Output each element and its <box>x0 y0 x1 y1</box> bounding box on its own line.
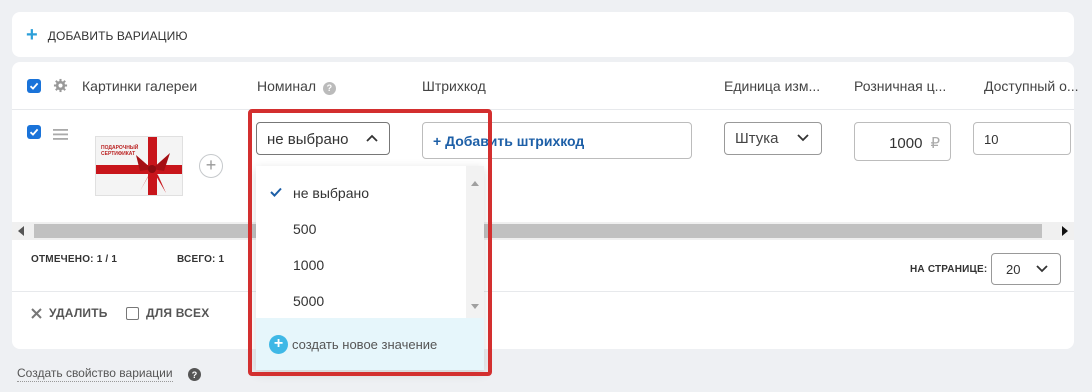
drag-handle-icon[interactable] <box>53 127 68 143</box>
chevron-down-icon <box>797 134 809 142</box>
header-available: Доступный о... <box>984 78 1079 94</box>
per-page-value: 20 <box>1006 262 1021 277</box>
horizontal-scrollbar[interactable] <box>12 222 1074 240</box>
currency-symbol: ₽ <box>930 135 940 152</box>
header-unit: Единица изм... <box>724 78 821 94</box>
row-checkbox[interactable] <box>27 125 41 139</box>
unit-select-value: Штука <box>735 130 779 147</box>
scroll-down-arrow-icon[interactable] <box>471 304 479 309</box>
check-icon <box>29 82 39 90</box>
for-all-checkbox[interactable]: ДЛЯ ВСЕХ <box>126 306 209 320</box>
scroll-left-arrow-icon[interactable] <box>18 226 24 236</box>
nominal-select-value: не выбрано <box>267 131 349 148</box>
plus-circle-icon: + <box>269 334 288 354</box>
create-property-label: Создать свойство вариации <box>17 366 173 380</box>
scroll-right-arrow-icon[interactable] <box>1062 226 1068 236</box>
check-icon <box>29 128 39 136</box>
header-barcode: Штрихкод <box>422 78 486 94</box>
dropdown-option[interactable]: не выбрано <box>256 175 466 211</box>
header-gallery: Картинки галереи <box>82 78 198 94</box>
dropdown-scrollbar[interactable] <box>466 166 484 318</box>
divider <box>12 291 1074 292</box>
create-new-value-button[interactable]: + создать новое значение <box>256 318 484 370</box>
per-page-label: НА СТРАНИЦЕ: <box>910 264 988 275</box>
delete-label: УДАЛИТЬ <box>49 306 108 320</box>
available-quantity-input[interactable]: 10 <box>973 122 1071 155</box>
dropdown-options: не выбрано 500 1000 5000 <box>256 166 466 318</box>
gallery-thumbnail[interactable]: ПОДАРОЧНЫЙ СЕРТИФИКАТ <box>95 136 183 196</box>
close-icon <box>31 307 42 319</box>
table-header: Картинки галереи Номинал ? Штрихкод Един… <box>12 62 1079 110</box>
header-nominal: Номинал ? <box>257 78 336 95</box>
settings-gear-icon[interactable] <box>53 78 68 96</box>
add-image-button[interactable]: + <box>199 154 223 178</box>
scrollbar-thumb[interactable] <box>34 224 1042 238</box>
option-label: 1000 <box>293 257 325 273</box>
price-input[interactable]: 1000 ₽ <box>854 122 951 161</box>
add-variation-label: ДОБАВИТЬ ВАРИАЦИЮ <box>47 29 188 43</box>
option-label: не выбрано <box>293 185 370 201</box>
dropdown-option[interactable]: 5000 <box>256 283 466 319</box>
scroll-up-arrow-icon[interactable] <box>471 181 479 186</box>
select-all-checkbox[interactable] <box>27 79 41 93</box>
thumbnail-caption: ПОДАРОЧНЫЙ СЕРТИФИКАТ <box>101 145 139 157</box>
header-nominal-label: Номинал <box>257 78 317 94</box>
checkmark-icon <box>270 187 282 197</box>
unit-select[interactable]: Штука <box>724 122 822 155</box>
option-label: 500 <box>293 221 317 237</box>
help-icon[interactable]: ? <box>322 81 336 95</box>
price-value: 1000 <box>889 135 923 152</box>
help-icon[interactable]: ? <box>188 368 201 381</box>
delete-button[interactable]: УДАЛИТЬ <box>31 306 108 320</box>
nominal-select[interactable]: не выбрано <box>256 122 390 155</box>
total-count: ВСЕГО: 1 <box>177 254 225 265</box>
chevron-up-icon <box>366 134 378 142</box>
header-price: Розничная ц... <box>854 78 947 94</box>
add-barcode-button[interactable]: + Добавить штрихкод <box>422 122 692 159</box>
dropdown-option[interactable]: 500 <box>256 211 466 247</box>
create-variation-property-link[interactable]: Создать свойство вариации <box>17 366 173 382</box>
chevron-down-icon <box>1036 265 1048 273</box>
checkbox-empty[interactable] <box>126 306 139 320</box>
option-label: 5000 <box>293 293 325 309</box>
per-page-select[interactable]: 20 <box>991 253 1061 285</box>
nominal-dropdown: не выбрано 500 1000 5000 + создать новое… <box>256 166 484 370</box>
plus-icon: + <box>26 24 38 46</box>
add-variation-card: + ДОБАВИТЬ ВАРИАЦИЮ <box>12 12 1074 57</box>
marked-count: ОТМЕЧЕНО: 1 / 1 <box>31 254 118 265</box>
create-new-value-label: создать новое значение <box>292 336 438 352</box>
dropdown-option[interactable]: 1000 <box>256 247 466 283</box>
for-all-label: ДЛЯ ВСЕХ <box>146 306 210 320</box>
add-variation-button[interactable]: + ДОБАВИТЬ ВАРИАЦИЮ <box>26 24 188 46</box>
